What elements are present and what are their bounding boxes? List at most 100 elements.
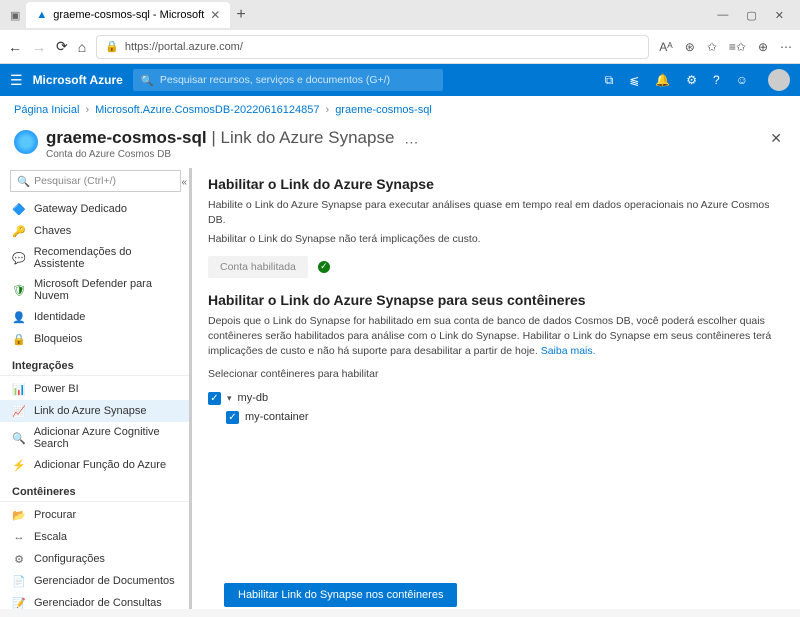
address-bar[interactable]: 🔒 https://portal.azure.com/ <box>96 35 649 59</box>
sidebar-item[interactable]: 📝Gerenciador de Consultas <box>0 592 191 609</box>
more-icon[interactable]: ⋯ <box>404 134 418 151</box>
menu-icon[interactable]: ⋯ <box>780 40 792 54</box>
tree-db-row[interactable]: ✓ ▾ my-db <box>208 389 780 408</box>
sidebar-item-icon: 🔑 <box>12 224 26 238</box>
collections-icon[interactable]: ⊕ <box>758 40 768 54</box>
sidebar-item[interactable]: 💬 Recomendações do Assistente <box>0 242 191 274</box>
enable-synapse-button[interactable]: Habilitar Link do Synapse nos contêinere… <box>224 583 457 607</box>
hamburger-icon[interactable]: ☰ <box>10 72 23 89</box>
sidebar-item-icon: 🔒 <box>12 332 26 346</box>
sidebar-group-header: Contêineres <box>0 480 191 502</box>
tree-container-row[interactable]: ✓ my-container <box>208 408 780 427</box>
main-content: Habilitar o Link do Azure Synapse Habili… <box>189 168 800 609</box>
sidebar-item-icon: 📈 <box>12 404 26 418</box>
crumb-deployment[interactable]: Microsoft.Azure.CosmosDB-20220616124857 <box>95 104 319 116</box>
sidebar-item[interactable]: 👤 Identidade <box>0 306 191 328</box>
home-button[interactable]: ⌂ <box>78 39 86 55</box>
sidebar-item-icon: 🔍 <box>12 431 26 445</box>
crumb-resource[interactable]: graeme-cosmos-sql <box>335 104 432 116</box>
sidebar-item[interactable]: ⚙ Configurações <box>0 548 191 570</box>
checkbox-checked-icon[interactable]: ✓ <box>226 411 239 424</box>
shopping-icon[interactable]: ⊛ <box>685 40 695 54</box>
search-icon: 🔍 <box>17 175 30 188</box>
settings-icon[interactable]: ⚙ <box>686 73 697 87</box>
sidebar-item-icon: 🛡 <box>12 283 26 297</box>
sidebar-item-label: Microsoft Defender para Nuvem <box>34 278 179 302</box>
checkbox-checked-icon[interactable]: ✓ <box>208 392 221 405</box>
close-blade-icon[interactable]: ✕ <box>770 130 782 147</box>
sidebar-item-icon: ↔ <box>12 530 26 544</box>
browser-tab[interactable]: ▲ graeme-cosmos-sql - Microsoft ✕ <box>26 2 230 28</box>
favorites-icon[interactable]: ≡✩ <box>729 40 746 54</box>
sidebar-item-label: Adicionar Azure Cognitive Search <box>34 426 179 450</box>
maximize-icon[interactable]: ▢ <box>746 9 756 22</box>
section2-text: Depois que o Link do Synapse for habilit… <box>208 314 780 360</box>
sidebar-search[interactable]: 🔍 Pesquisar (Ctrl+/) <box>10 170 181 192</box>
sidebar-item-icon: ⚡ <box>12 458 26 472</box>
cosmos-db-icon <box>14 130 38 154</box>
feedback-icon[interactable]: ☺ <box>736 73 748 87</box>
read-aloud-icon[interactable]: Aᴬ <box>659 40 672 54</box>
sidebar-item-label: Power BI <box>34 383 79 395</box>
user-avatar[interactable] <box>768 69 790 91</box>
sidebar-item-icon: ⚙ <box>12 552 26 566</box>
sidebar-item-icon: 👤 <box>12 310 26 324</box>
new-tab-button[interactable]: + <box>236 6 245 24</box>
minimize-icon[interactable]: — <box>717 9 728 22</box>
sidebar-item[interactable]: 📄Gerenciador de Documentos <box>0 570 191 592</box>
sidebar-item-label: Chaves <box>34 225 71 237</box>
sidebar-item-icon: 📊 <box>12 382 26 396</box>
favorites-star-icon[interactable]: ✩ <box>707 40 717 54</box>
azure-favicon-icon: ▲ <box>36 9 47 21</box>
sidebar-item-icon: 💬 <box>12 251 26 265</box>
caret-down-icon[interactable]: ▾ <box>227 393 232 404</box>
sidebar-item[interactable]: 🛡 Microsoft Defender para Nuvem <box>0 274 191 306</box>
sidebar-item[interactable]: 📊 Power BI <box>0 378 191 400</box>
sidebar-item-label: Configurações <box>34 553 105 565</box>
learn-more-link[interactable]: Saiba mais. <box>541 345 596 357</box>
sidebar-item-label: Adicionar Função do Azure <box>34 459 166 471</box>
chevron-right-icon: › <box>85 104 89 116</box>
crumb-home[interactable]: Página Inicial <box>14 104 79 116</box>
notifications-icon[interactable]: 🔔 <box>655 73 670 87</box>
sidebar-item-label: Escala <box>34 531 67 543</box>
tabs-icon[interactable]: ▣ <box>10 9 20 22</box>
success-check-icon: ✓ <box>318 261 330 273</box>
url-text: https://portal.azure.com/ <box>125 41 243 53</box>
sidebar-item[interactable]: ↔ Escala <box>0 526 191 548</box>
search-icon: 🔍 <box>141 74 154 87</box>
sidebar-item-icon: 📝 <box>12 596 26 609</box>
section2-title: Habilitar o Link do Azure Synapse para s… <box>208 292 780 308</box>
close-tab-icon[interactable]: ✕ <box>210 8 220 22</box>
refresh-button[interactable]: ⟳ <box>56 38 68 55</box>
brand-label[interactable]: Microsoft Azure <box>33 73 123 87</box>
section1-title: Habilitar o Link do Azure Synapse <box>208 176 780 192</box>
sidebar-item[interactable]: 📂 Procurar <box>0 504 191 526</box>
sidebar-group-header: Integrações <box>0 354 191 376</box>
cloud-shell-icon[interactable]: ⧉ <box>605 73 614 88</box>
filter-icon[interactable]: ⫹ <box>629 73 639 87</box>
sidebar-item[interactable]: 🔑 Chaves <box>0 220 191 242</box>
sidebar-item-label: Identidade <box>34 311 85 323</box>
sidebar-item-icon: 🔷 <box>12 202 26 216</box>
db-name: my-db <box>238 392 269 404</box>
sidebar-item[interactable]: 📈 Link do Azure Synapse <box>0 400 191 422</box>
section1-text2: Habilitar o Link do Synapse não terá imp… <box>208 232 780 247</box>
sidebar-item-label: Link do Azure Synapse <box>34 405 147 417</box>
sidebar-item-label: Recomendações do Assistente <box>34 246 179 270</box>
sidebar-item-icon: 📂 <box>12 508 26 522</box>
help-icon[interactable]: ? <box>713 73 720 87</box>
back-button[interactable]: ← <box>8 39 22 55</box>
search-placeholder: Pesquisar recursos, serviços e documento… <box>160 74 390 86</box>
section1-text1: Habilite o Link do Azure Synapse para ex… <box>208 198 780 228</box>
sidebar-item-label: Procurar <box>34 509 76 521</box>
sidebar-item[interactable]: ⚡ Adicionar Função do Azure <box>0 454 191 476</box>
sidebar-item[interactable]: 🔍 Adicionar Azure Cognitive Search <box>0 422 191 454</box>
global-search[interactable]: 🔍 Pesquisar recursos, serviços e documen… <box>133 69 443 91</box>
close-window-icon[interactable]: ✕ <box>775 9 784 22</box>
sidebar-item-label: Bloqueios <box>34 333 82 345</box>
page-title: graeme-cosmos-sql | Link do Azure Synaps… <box>46 128 394 148</box>
sidebar-item[interactable]: 🔒 Bloqueios <box>0 328 191 350</box>
sidebar-item[interactable]: 🔷Gateway Dedicado <box>0 198 191 220</box>
page-subtitle: Conta do Azure Cosmos DB <box>46 149 394 160</box>
